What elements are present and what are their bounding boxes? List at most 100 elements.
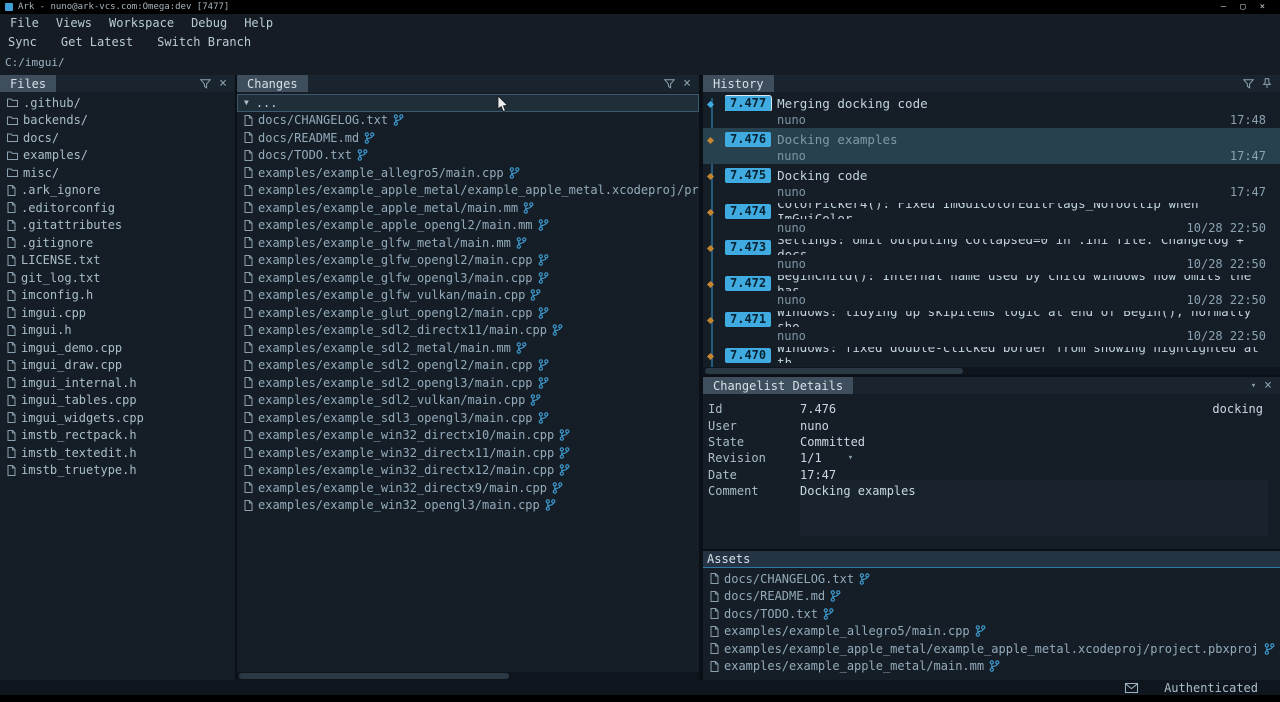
file-tree-item[interactable]: .gitignore xyxy=(0,234,235,252)
changeset-badge[interactable]: 7.471 xyxy=(725,312,771,327)
changeset-badge[interactable]: 7.470 xyxy=(725,348,771,363)
menu-debug[interactable]: Debug xyxy=(191,16,227,30)
file-tree-item[interactable]: imgui_internal.h xyxy=(0,374,235,392)
file-tree-item[interactable]: imgui_draw.cpp xyxy=(0,357,235,375)
history-panel-title[interactable]: History xyxy=(703,75,774,92)
toolbar-sync-button[interactable]: Sync xyxy=(8,35,37,49)
changeset-badge[interactable]: 7.473 xyxy=(725,240,771,255)
menu-help[interactable]: Help xyxy=(244,16,273,30)
changed-file-row[interactable]: examples/example_glfw_opengl3/main.cpp xyxy=(237,269,699,287)
asset-row[interactable]: examples/example_allegro5/main.cpp xyxy=(703,623,1280,641)
file-tree-item[interactable]: imgui_widgets.cpp xyxy=(0,409,235,427)
maximize-button[interactable]: ▢ xyxy=(1240,2,1245,12)
file-tree-item[interactable]: imgui.cpp xyxy=(0,304,235,322)
filter-icon[interactable] xyxy=(664,79,675,89)
changes-root-item[interactable]: ▼ ... xyxy=(237,94,699,112)
file-tree-item[interactable]: backends/ xyxy=(0,112,235,130)
file-tree-item[interactable]: .ark_ignore xyxy=(0,182,235,200)
horizontal-scrollbar[interactable] xyxy=(237,672,699,680)
file-tree-item[interactable]: imstb_textedit.h xyxy=(0,444,235,462)
changed-file-row[interactable]: examples/example_sdl2_directx11/main.cpp xyxy=(237,322,699,340)
file-tree-item[interactable]: imstb_rectpack.h xyxy=(0,427,235,445)
menu-views[interactable]: Views xyxy=(56,16,92,30)
asset-row[interactable]: examples/example_apple_metal/main.mm xyxy=(703,658,1280,676)
changeset-badge[interactable]: 7.472 xyxy=(725,276,771,291)
file-tree-item[interactable]: imgui.h xyxy=(0,322,235,340)
history-commit-row[interactable]: 7.470Windows: fixed double-clicked borde… xyxy=(703,344,1280,367)
asset-row[interactable]: docs/TODO.txt xyxy=(703,605,1280,623)
changed-file-row[interactable]: examples/example_apple_metal/main.mm xyxy=(237,199,699,217)
files-panel-title[interactable]: Files xyxy=(0,75,56,92)
scrollbar-handle[interactable] xyxy=(705,368,963,374)
file-tree-item[interactable]: examples/ xyxy=(0,147,235,165)
history-commit-row[interactable]: 7.473Settings: omit outputing Collapsed=… xyxy=(703,236,1280,272)
file-tree-item[interactable]: git_log.txt xyxy=(0,269,235,287)
changed-file-row[interactable]: examples/example_sdl2_metal/main.mm xyxy=(237,339,699,357)
close-icon[interactable]: × xyxy=(219,77,227,90)
changed-file-row[interactable]: examples/example_glfw_metal/main.mm xyxy=(237,234,699,252)
history-commit-row[interactable]: 7.471Windows: tidying up skipitems logic… xyxy=(703,308,1280,344)
changes-panel-title[interactable]: Changes xyxy=(237,75,308,92)
changed-file-row[interactable]: examples/example_glut_opengl2/main.cpp xyxy=(237,304,699,322)
menu-workspace[interactable]: Workspace xyxy=(109,16,174,30)
file-tree-item[interactable]: .editorconfig xyxy=(0,199,235,217)
file-tree-item[interactable]: imgui_demo.cpp xyxy=(0,339,235,357)
asset-row[interactable]: examples/example_apple_metal/example_app… xyxy=(703,640,1280,658)
asset-row[interactable]: docs/README.md xyxy=(703,588,1280,606)
pin-icon[interactable] xyxy=(1262,78,1272,89)
changed-file-row[interactable]: docs/TODO.txt xyxy=(237,147,699,165)
file-tree-item[interactable]: .github/ xyxy=(0,94,235,112)
changed-file-row[interactable]: examples/example_win32_directx11/main.cp… xyxy=(237,444,699,462)
file-tree-item[interactable]: imstb_truetype.h xyxy=(0,462,235,480)
changeset-badge[interactable]: 7.474 xyxy=(725,204,771,219)
changed-file-row[interactable]: docs/CHANGELOG.txt xyxy=(237,112,699,130)
toolbar-switch-branch-button[interactable]: Switch Branch xyxy=(157,35,251,49)
changed-file-row[interactable]: examples/example_glfw_opengl2/main.cpp xyxy=(237,252,699,270)
asset-row[interactable]: docs/CHANGELOG.txt xyxy=(703,570,1280,588)
minimize-button[interactable]: – xyxy=(1221,2,1226,12)
close-icon[interactable]: × xyxy=(1264,379,1272,392)
chevron-down-icon[interactable]: ▾ xyxy=(848,453,853,463)
changed-file-row[interactable]: examples/example_apple_opengl2/main.mm xyxy=(237,217,699,235)
changed-file-row[interactable]: examples/example_sdl2_vulkan/main.cpp xyxy=(237,392,699,410)
history-commit-row[interactable]: 7.477Merging docking codenuno17:48 xyxy=(703,92,1280,128)
history-commit-row[interactable]: 7.476Docking examplesnuno17:47 xyxy=(703,128,1280,164)
changed-file-row[interactable]: examples/example_allegro5/main.cpp xyxy=(237,164,699,182)
changeset-badge[interactable]: 7.476 xyxy=(725,132,771,147)
menu-file[interactable]: File xyxy=(10,16,39,30)
details-panel-title[interactable]: Changelist Details xyxy=(703,377,853,394)
changed-file-row[interactable]: examples/example_win32_directx10/main.cp… xyxy=(237,427,699,445)
file-tree-item[interactable]: LICENSE.txt xyxy=(0,252,235,270)
history-commit-row[interactable]: 7.472BeginChild(): Internal name used by… xyxy=(703,272,1280,308)
changed-file-row[interactable]: examples/example_sdl2_opengl3/main.cpp xyxy=(237,374,699,392)
file-tree-item[interactable]: .gitattributes xyxy=(0,217,235,235)
changed-file-row[interactable]: docs/README.md xyxy=(237,129,699,147)
close-icon[interactable]: × xyxy=(683,77,691,90)
changed-file-row[interactable]: examples/example_sdl3_opengl3/main.cpp xyxy=(237,409,699,427)
mail-icon[interactable] xyxy=(1125,683,1138,693)
changed-file-row[interactable]: examples/example_win32_opengl3/main.cpp xyxy=(237,497,699,515)
changed-file-row[interactable]: examples/example_apple_metal/example_app… xyxy=(237,182,699,200)
history-commit-row[interactable]: 7.474ColorPicker4(): Fixed ImGuiColorEdi… xyxy=(703,200,1280,236)
filter-icon[interactable] xyxy=(200,79,211,89)
file-tree-item[interactable]: misc/ xyxy=(0,164,235,182)
changeset-badge[interactable]: 7.475 xyxy=(725,168,771,183)
horizontal-scrollbar[interactable] xyxy=(703,367,1280,375)
history-commit-row[interactable]: 7.475Docking codenuno17:47 xyxy=(703,164,1280,200)
file-tree-item[interactable]: imgui_tables.cpp xyxy=(0,392,235,410)
toolbar-get-latest-button[interactable]: Get Latest xyxy=(61,35,133,49)
expand-icon[interactable]: ▼ xyxy=(244,98,249,107)
filter-icon[interactable] xyxy=(1243,79,1254,89)
changed-file-row[interactable]: examples/example_glfw_vulkan/main.cpp xyxy=(237,287,699,305)
changed-file-row[interactable]: examples/example_sdl2_opengl2/main.cpp xyxy=(237,357,699,375)
file-tree-item[interactable]: imconfig.h xyxy=(0,287,235,305)
file-icon xyxy=(7,377,16,388)
file-tree-item[interactable]: docs/ xyxy=(0,129,235,147)
changed-file-row[interactable]: examples/example_win32_directx12/main.cp… xyxy=(237,462,699,480)
scrollbar-handle[interactable] xyxy=(239,673,509,679)
close-button[interactable]: × xyxy=(1260,2,1265,12)
changed-file-row[interactable]: examples/example_win32_directx9/main.cpp xyxy=(237,479,699,497)
chevron-down-icon[interactable]: ▾ xyxy=(1251,381,1256,391)
assets-panel-title[interactable]: Assets xyxy=(707,552,750,566)
changeset-badge[interactable]: 7.477 xyxy=(725,96,771,111)
